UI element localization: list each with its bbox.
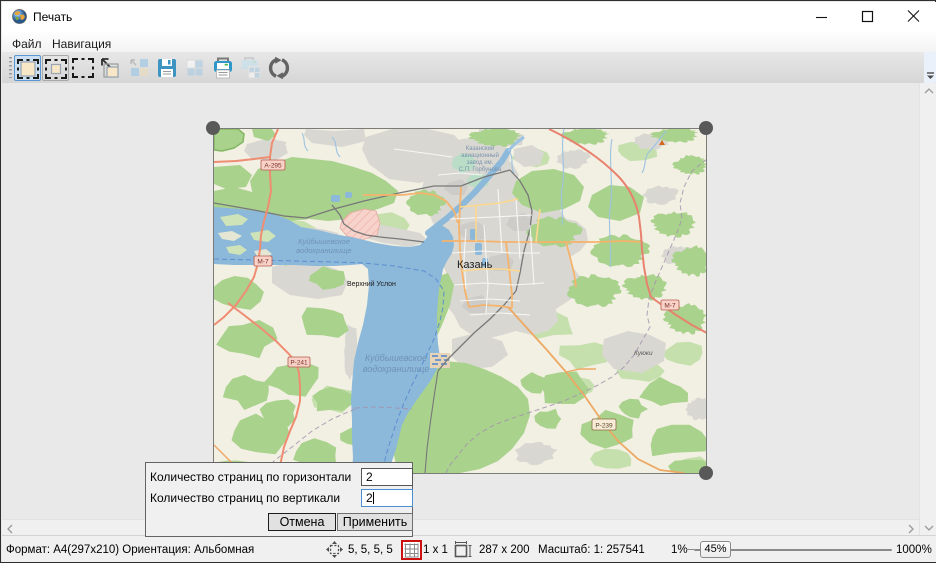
svg-text:А-295: А-295 [264,163,282,170]
svg-text:Казань: Казань [457,259,493,271]
svg-text:Казанский: Казанский [466,145,495,152]
svg-text:С.П. Горбунова: С.П. Горбунова [459,167,502,173]
svg-text:Верхний Услон: Верхний Услон [347,280,396,288]
svg-text:завод им.: завод им. [467,160,494,166]
svg-text:М-7: М-7 [664,303,676,310]
svg-text:водохранилище: водохранилище [296,246,351,255]
svg-text:Куйбышевское: Куйбышевское [365,353,427,363]
svg-text:Р-239: Р-239 [595,423,613,430]
svg-text:водохранилище: водохранилище [363,364,430,374]
svg-text:Куйбышевское: Куйбышевское [298,237,350,246]
svg-text:Куюки: Куюки [634,350,653,357]
svg-text:авиационный: авиационный [461,152,499,159]
svg-text:Р-241: Р-241 [290,360,308,367]
svg-text:М-7: М-7 [257,259,269,266]
